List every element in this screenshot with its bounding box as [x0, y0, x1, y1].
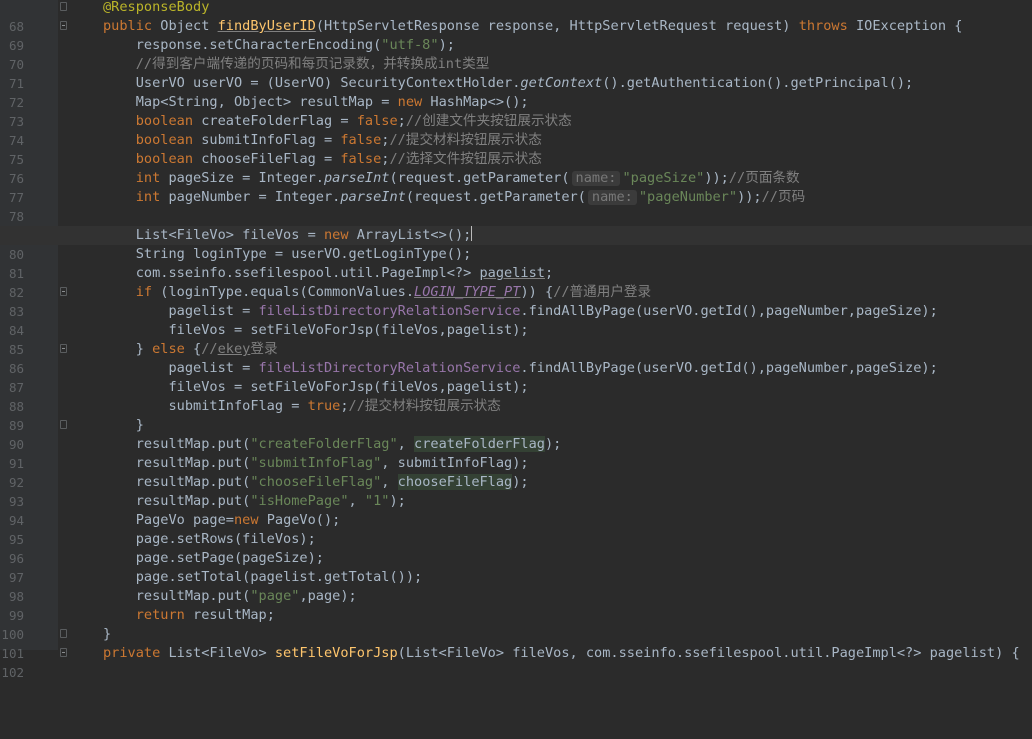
code-text[interactable]: resultMap.put("isHomePage", "1");	[103, 492, 406, 511]
code-text[interactable]: UserVO userVO = (UserVO) SecurityContext…	[103, 74, 914, 93]
code-text[interactable]: pagelist = fileListDirectoryRelationServ…	[103, 359, 937, 378]
code-line: 70 response.setCharacterEncoding("utf-8"…	[0, 36, 1032, 72]
code-text[interactable]: fileVos = setFileVoForJsp(fileVos,pageli…	[103, 378, 528, 397]
code-text[interactable]: boolean submitInfoFlag = false;//提交材料按钮展…	[103, 131, 542, 150]
code-text[interactable]: }	[103, 625, 111, 644]
code-line: 68 @ResponseBody	[0, 0, 1032, 34]
code-line: 78 int pageNumber = Integer.parseInt(req…	[0, 188, 1032, 224]
code-text[interactable]: page.setRows(fileVos);	[103, 530, 316, 549]
code-line: 94 resultMap.put("isHomePage", "1");	[0, 492, 1032, 528]
code-line: 95 PageVo page=new PageVo();	[0, 511, 1032, 547]
code-line: 69 public Object findByUserID(HttpServle…	[0, 17, 1032, 53]
code-text[interactable]: page.setTotal(pagelist.getTotal());	[103, 568, 422, 587]
code-line: 73 Map<String, Object> resultMap = new H…	[0, 93, 1032, 129]
fold-collapse-icon[interactable]	[60, 287, 67, 296]
code-text[interactable]: com.sseinfo.ssefilespool.util.PageImpl<?…	[103, 264, 553, 283]
code-text[interactable]: public Object findByUserID(HttpServletRe…	[103, 17, 962, 36]
code-line: 83 if (loginType.equals(CommonValues.LOG…	[0, 283, 1032, 319]
code-line: 92 resultMap.put("submitInfoFlag", submi…	[0, 454, 1032, 490]
code-line: 87 pagelist = fileListDirectoryRelationS…	[0, 359, 1032, 395]
code-line-current: 80 List<FileVo> fileVos = new ArrayList<…	[0, 226, 1032, 262]
code-text[interactable]: boolean chooseFileFlag = false;//选择文件按钮展…	[103, 150, 542, 169]
code-line: 100 return resultMap;	[0, 606, 1032, 642]
code-line: 102 private List<FileVo> setFileVoForJsp…	[0, 644, 1032, 680]
code-text[interactable]: boolean createFolderFlag = false;//创建文件夹…	[103, 112, 572, 131]
code-line: 98 page.setTotal(pagelist.getTotal());	[0, 568, 1032, 604]
code-text[interactable]: private List<FileVo> setFileVoForJsp(Lis…	[103, 644, 1020, 663]
text-caret	[471, 226, 473, 241]
code-text[interactable]: String loginType = userVO.getLoginType()…	[103, 245, 472, 264]
code-text[interactable]: response.setCharacterEncoding("utf-8");	[103, 36, 455, 55]
code-text[interactable]: resultMap.put("createFolderFlag", create…	[103, 435, 561, 454]
code-text[interactable]: }	[103, 416, 144, 435]
code-line: 81 String loginType = userVO.getLoginTyp…	[0, 245, 1032, 281]
parameter-hint: name:	[571, 171, 621, 186]
code-text[interactable]: fileVos = setFileVoForJsp(fileVos,pageli…	[103, 321, 528, 340]
code-text[interactable]: page.setPage(pageSize);	[103, 549, 324, 568]
code-text[interactable]: submitInfoFlag = true;//提交材料按钮展示状态	[103, 397, 500, 416]
code-text[interactable]: List<FileVo> fileVos = new ArrayList<>()…	[103, 226, 473, 245]
code-line: 97 page.setPage(pageSize);	[0, 549, 1032, 585]
code-line: 75 boolean submitInfoFlag = false;//提交材料…	[0, 131, 1032, 167]
code-line: 71 //得到客户端传递的页码和每页记录数，并转换成int类型	[0, 55, 1032, 91]
code-text[interactable]: PageVo page=new PageVo();	[103, 511, 341, 530]
code-text[interactable]: int pageSize = Integer.parseInt(request.…	[103, 169, 800, 188]
code-line: 76 boolean chooseFileFlag = false;//选择文件…	[0, 150, 1032, 186]
code-text[interactable]: //得到客户端传递的页码和每页记录数，并转换成int类型	[103, 55, 490, 74]
code-text[interactable]: if (loginType.equals(CommonValues.LOGIN_…	[103, 283, 651, 302]
parameter-hint: name:	[587, 190, 637, 205]
fold-collapse-icon[interactable]	[60, 21, 67, 30]
code-line: 91 resultMap.put("createFolderFlag", cre…	[0, 435, 1032, 471]
code-line: 93 resultMap.put("chooseFileFlag", choos…	[0, 473, 1032, 509]
code-text[interactable]: resultMap.put("submitInfoFlag", submitIn…	[103, 454, 529, 473]
code-text[interactable]: resultMap.put("page",page);	[103, 587, 357, 606]
code-line: 86 } else {//ekey登录	[0, 340, 1032, 376]
line-number: 102	[1, 665, 24, 680]
code-line: 84 pagelist = fileListDirectoryRelationS…	[0, 302, 1032, 338]
fold-marker-icon[interactable]	[60, 2, 67, 11]
fold-end-icon[interactable]	[60, 420, 67, 429]
code-text[interactable]: Map<String, Object> resultMap = new Hash…	[103, 93, 529, 112]
code-text[interactable]: return resultMap;	[103, 606, 275, 625]
code-line: 77 int pageSize = Integer.parseInt(reque…	[0, 169, 1032, 205]
fold-collapse-icon[interactable]	[60, 648, 67, 657]
code-text[interactable]: pagelist = fileListDirectoryRelationServ…	[103, 302, 937, 321]
code-line: 82 com.sseinfo.ssefilespool.util.PageImp…	[0, 264, 1032, 300]
code-line: 89 submitInfoFlag = true;//提交材料按钮展示状态	[0, 397, 1032, 433]
code-line: 85 fileVos = setFileVoForJsp(fileVos,pag…	[0, 321, 1032, 357]
code-line: 90 }	[0, 416, 1032, 452]
code-line: 99 resultMap.put("page",page);	[0, 587, 1032, 623]
code-line: 88 fileVos = setFileVoForJsp(fileVos,pag…	[0, 378, 1032, 414]
code-line: 72 UserVO userVO = (UserVO) SecurityCont…	[0, 74, 1032, 110]
fold-collapse-icon[interactable]	[60, 344, 67, 353]
code-line: 79	[0, 207, 1032, 243]
code-text[interactable]: @ResponseBody	[103, 0, 209, 17]
fold-end-icon[interactable]	[60, 629, 67, 638]
code-text[interactable]: resultMap.put("chooseFileFlag", chooseFi…	[103, 473, 529, 492]
code-line: 96 page.setRows(fileVos);	[0, 530, 1032, 566]
code-line: 101 }	[0, 625, 1032, 661]
code-text[interactable]: } else {//ekey登录	[103, 340, 278, 359]
code-text[interactable]: int pageNumber = Integer.parseInt(reques…	[103, 188, 805, 207]
code-editor[interactable]: 68 @ResponseBody 69 public Object findBy…	[0, 0, 1032, 680]
code-line: 74 boolean createFolderFlag = false;//创建…	[0, 112, 1032, 148]
